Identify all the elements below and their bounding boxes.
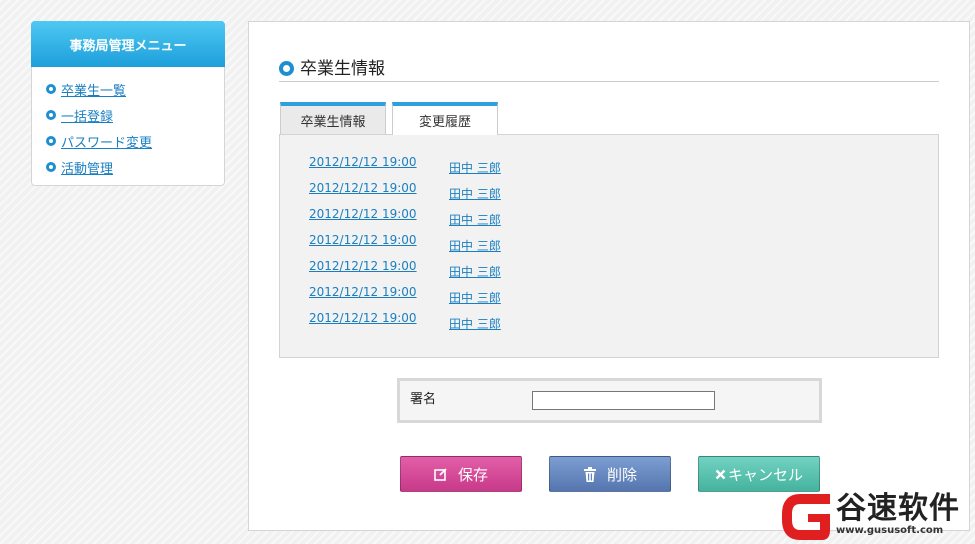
sidebar-item-bulk-register: 一括登録 <box>46 102 224 128</box>
section-header: 卒業生情報 <box>279 56 939 82</box>
sidebar-link-graduate-list[interactable]: 卒業生一覧 <box>61 80 126 99</box>
save-button[interactable]: 保存 <box>400 456 522 492</box>
history-user-link[interactable]: 田中 三郎 <box>449 211 501 233</box>
sidebar-link-activity-management[interactable]: 活動管理 <box>61 158 113 177</box>
sidebar-link-bulk-register[interactable]: 一括登録 <box>61 106 113 125</box>
cancel-button[interactable]: キャンセル <box>698 456 820 492</box>
circle-bullet-icon <box>46 162 56 172</box>
sidebar-item-graduate-list: 卒業生一覧 <box>46 76 224 102</box>
tab-change-history[interactable]: 変更履歴 <box>392 102 498 135</box>
list-item: 2012/12/12 19:00 田中 三郎 <box>309 285 938 311</box>
signature-row: 署名 <box>397 378 822 423</box>
watermark-brand: 谷速软件 <box>836 490 960 526</box>
delete-button-label: 削除 <box>606 465 637 484</box>
history-list: 2012/12/12 19:00 田中 三郎 2012/12/12 19:00 … <box>279 134 939 358</box>
history-date-link[interactable]: 2012/12/12 19:00 <box>309 155 449 181</box>
history-user-link[interactable]: 田中 三郎 <box>449 315 501 337</box>
history-date-link[interactable]: 2012/12/12 19:00 <box>309 181 449 207</box>
history-user-link[interactable]: 田中 三郎 <box>449 185 501 207</box>
list-item: 2012/12/12 19:00 田中 三郎 <box>309 181 938 207</box>
sidebar-list: 卒業生一覧 一括登録 パスワード変更 活動管理 <box>32 67 224 180</box>
delete-button[interactable]: 削除 <box>549 456 671 492</box>
sidebar-link-password-change[interactable]: パスワード変更 <box>61 132 152 151</box>
sidebar-menu: 事務局管理メニュー 卒業生一覧 一括登録 パスワード変更 活動管理 <box>31 21 225 186</box>
history-date-link[interactable]: 2012/12/12 19:00 <box>309 207 449 233</box>
circle-bullet-icon <box>279 61 294 76</box>
edit-icon <box>434 467 448 481</box>
circle-bullet-icon <box>46 84 56 94</box>
list-item: 2012/12/12 19:00 田中 三郎 <box>309 155 938 181</box>
page-title: 卒業生情報 <box>300 59 385 79</box>
history-user-link[interactable]: 田中 三郎 <box>449 159 501 181</box>
sidebar-title: 事務局管理メニュー <box>31 21 225 67</box>
history-user-link[interactable]: 田中 三郎 <box>449 237 501 259</box>
history-user-link[interactable]: 田中 三郎 <box>449 289 501 311</box>
watermark-text-block: 谷速软件 www.gususoft.com <box>836 490 960 536</box>
list-item: 2012/12/12 19:00 田中 三郎 <box>309 207 938 233</box>
history-date-link[interactable]: 2012/12/12 19:00 <box>309 259 449 285</box>
sidebar-item-password-change: パスワード変更 <box>46 128 224 154</box>
list-item: 2012/12/12 19:00 田中 三郎 <box>309 259 938 285</box>
close-icon <box>715 469 726 480</box>
sidebar-item-activity-management: 活動管理 <box>46 154 224 180</box>
signature-label: 署名 <box>410 391 437 407</box>
history-date-link[interactable]: 2012/12/12 19:00 <box>309 311 449 337</box>
tab-bar: 卒業生情報 変更履歴 <box>280 102 504 135</box>
list-item: 2012/12/12 19:00 田中 三郎 <box>309 311 938 337</box>
cancel-button-label: キャンセル <box>727 465 803 484</box>
trash-icon <box>583 466 597 482</box>
watermark-url: www.gususoft.com <box>836 524 944 536</box>
history-user-link[interactable]: 田中 三郎 <box>449 263 501 285</box>
watermark-logo-icon <box>782 494 830 540</box>
signature-input[interactable] <box>532 391 715 410</box>
save-button-label: 保存 <box>457 465 488 484</box>
main-panel: 卒業生情報 卒業生情報 変更履歴 2012/12/12 19:00 田中 三郎 … <box>248 21 970 531</box>
watermark: 谷速软件 www.gususoft.com <box>778 488 975 544</box>
history-date-link[interactable]: 2012/12/12 19:00 <box>309 285 449 311</box>
circle-bullet-icon <box>46 110 56 120</box>
tab-graduate-info[interactable]: 卒業生情報 <box>280 102 386 134</box>
circle-bullet-icon <box>46 136 56 146</box>
history-date-link[interactable]: 2012/12/12 19:00 <box>309 233 449 259</box>
list-item: 2012/12/12 19:00 田中 三郎 <box>309 233 938 259</box>
